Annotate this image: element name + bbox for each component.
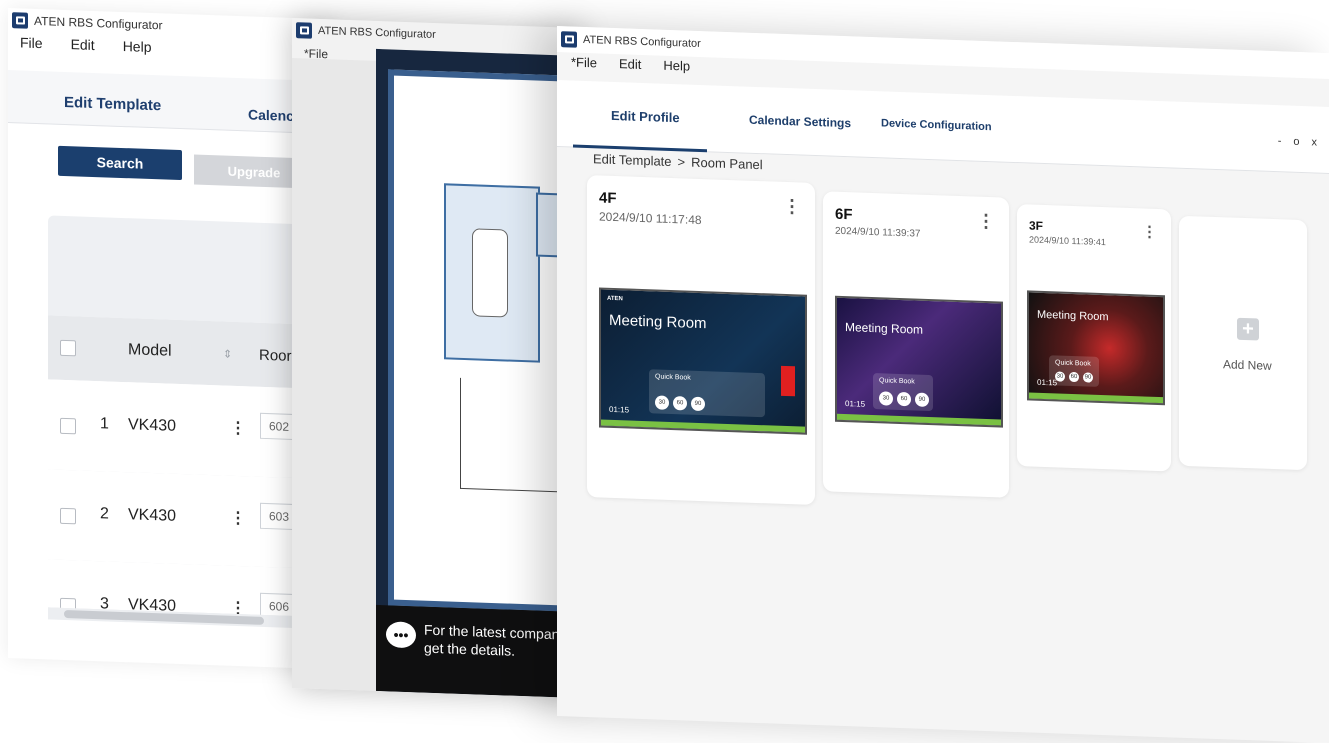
window-edit-template: ATEN RBS Configurator File Edit Help Edi…	[8, 8, 338, 670]
tab-bar: Edit Template Calenc	[8, 70, 338, 135]
breadcrumb-edit-template[interactable]: Edit Template	[593, 151, 672, 169]
quick-book-label: Quick Book	[655, 373, 691, 382]
info-banner: ••• For the latest company i get the det…	[376, 604, 582, 699]
maximize-button[interactable]: o	[1293, 136, 1299, 148]
panel-thumbnail[interactable]: Meeting Room Quick Book 30 60 90 01:15	[835, 295, 1003, 428]
card-floor: 6F	[835, 205, 853, 224]
quick-book-box: Quick Book 30 60 90	[649, 369, 765, 418]
menu-file[interactable]: *File	[571, 54, 597, 70]
menu-bar: *File Edit Help	[571, 54, 690, 73]
floor-plan-image	[388, 69, 582, 613]
select-all-checkbox[interactable]	[60, 339, 76, 357]
app-title: ATEN RBS Configurator	[318, 24, 436, 42]
book-30-button: 30	[655, 395, 669, 410]
title-bar: ATEN RBS Configurator	[292, 18, 582, 52]
quick-book-box: Quick Book 30 60 90	[873, 373, 933, 412]
tab-edit-profile[interactable]: Edit Profile	[611, 108, 680, 125]
menu-edit[interactable]: Edit	[619, 56, 641, 72]
status-bar	[1029, 392, 1163, 404]
panel-title: Meeting Room	[845, 320, 924, 337]
row-model: VK430	[128, 506, 177, 525]
menu-file[interactable]: File	[20, 34, 43, 51]
window-edit-profile: ATEN RBS Configurator *File Edit Help Ed…	[557, 26, 1329, 743]
card-menu-icon[interactable]: ⋮	[1142, 222, 1157, 241]
panel-thumbnail[interactable]: Meeting Room Quick Book 30 60 90 01:15	[1027, 290, 1165, 406]
chat-icon: •••	[386, 621, 416, 649]
app-title: ATEN RBS Configurator	[34, 13, 163, 33]
quick-book-label: Quick Book	[879, 377, 915, 386]
panel-title: Meeting Room	[609, 311, 707, 333]
row-number: 1	[100, 415, 109, 433]
more-options-icon[interactable]: ⋮	[230, 418, 246, 439]
status-indicator	[781, 365, 795, 397]
tab-device-configuration[interactable]: Device Configuration	[881, 117, 992, 133]
more-options-icon[interactable]: ⋮	[230, 508, 246, 529]
column-model[interactable]: Model	[128, 341, 172, 361]
book-90-button: 90	[915, 392, 929, 407]
search-button[interactable]: Search	[58, 145, 182, 181]
add-new-label: Add New	[1223, 357, 1272, 373]
minimize-button[interactable]: -	[1278, 135, 1282, 147]
sidebar	[292, 58, 376, 691]
card-date: 2024/9/10 11:39:41	[1029, 234, 1106, 248]
add-icon[interactable]: +	[1237, 317, 1259, 341]
profile-card[interactable]: 4F 2024/9/10 11:17:48 ⋮ ATEN Meeting Roo…	[587, 175, 815, 506]
menu-help[interactable]: Help	[123, 38, 152, 55]
tab-calendar-settings[interactable]: Calendar Settings	[749, 113, 851, 131]
breadcrumb: Edit Template > Room Panel	[593, 151, 763, 172]
row-number: 2	[100, 505, 109, 523]
book-60-button: 60	[897, 391, 911, 407]
book-90-button: 90	[691, 396, 705, 412]
app-icon	[12, 12, 28, 29]
floor-plan-walls	[460, 377, 568, 493]
breadcrumb-room-panel: Room Panel	[691, 154, 763, 173]
row-checkbox[interactable]	[60, 507, 76, 525]
close-button[interactable]: x	[1312, 136, 1318, 148]
panel-time: 01:15	[845, 399, 866, 409]
profile-card[interactable]: 6F 2024/9/10 11:39:37 ⋮ Meeting Room Qui…	[823, 191, 1009, 498]
card-menu-icon[interactable]: ⋮	[977, 211, 995, 233]
card-floor: 4F	[599, 189, 617, 208]
breadcrumb-separator: >	[677, 154, 686, 170]
card-menu-icon[interactable]: ⋮	[783, 196, 801, 218]
book-30-button: 30	[879, 391, 893, 406]
conference-table	[472, 228, 508, 318]
status-bar	[601, 419, 805, 433]
book-60-button: 60	[673, 396, 687, 411]
signage-preview: ••• For the latest company i get the det…	[376, 48, 582, 699]
menu-bar: File Edit Help	[20, 34, 151, 55]
panel-time: 01:15	[609, 404, 630, 415]
menu-help[interactable]: Help	[663, 58, 690, 74]
book-60-button: 60	[1069, 371, 1079, 383]
card-floor: 3F	[1029, 218, 1044, 233]
panel-time: 01:15	[1037, 377, 1058, 388]
row-model: VK430	[128, 416, 177, 435]
window-controls: - o x	[1278, 135, 1317, 148]
panel-thumbnail[interactable]: ATEN Meeting Room Quick Book 30 60 90 01…	[599, 287, 807, 435]
status-bar	[837, 413, 1001, 426]
row-checkbox[interactable]	[60, 417, 76, 435]
panel-title: Meeting Room	[1037, 308, 1109, 324]
card-date: 2024/9/10 11:17:48	[599, 209, 702, 228]
profile-card[interactable]: 3F 2024/9/10 11:39:41 ⋮ Meeting Room Qui…	[1017, 204, 1171, 472]
sort-icon[interactable]: ⇕	[223, 347, 232, 360]
app-icon	[296, 22, 312, 39]
menu-edit[interactable]: Edit	[71, 36, 95, 53]
add-new-card[interactable]: + Add New	[1179, 215, 1307, 471]
book-90-button: 90	[1083, 372, 1093, 383]
app-icon	[561, 31, 577, 48]
quick-book-label: Quick Book	[1055, 359, 1091, 368]
app-title: ATEN RBS Configurator	[583, 33, 701, 51]
column-room[interactable]: Roor	[259, 346, 292, 364]
tab-calendar[interactable]: Calenc	[248, 106, 294, 124]
aten-logo: ATEN	[607, 295, 623, 303]
card-date: 2024/9/10 11:39:37	[835, 225, 921, 240]
tab-edit-template[interactable]: Edit Template	[64, 94, 161, 114]
window-floor-plan: ATEN RBS Configurator *File ••• For the …	[292, 18, 582, 699]
